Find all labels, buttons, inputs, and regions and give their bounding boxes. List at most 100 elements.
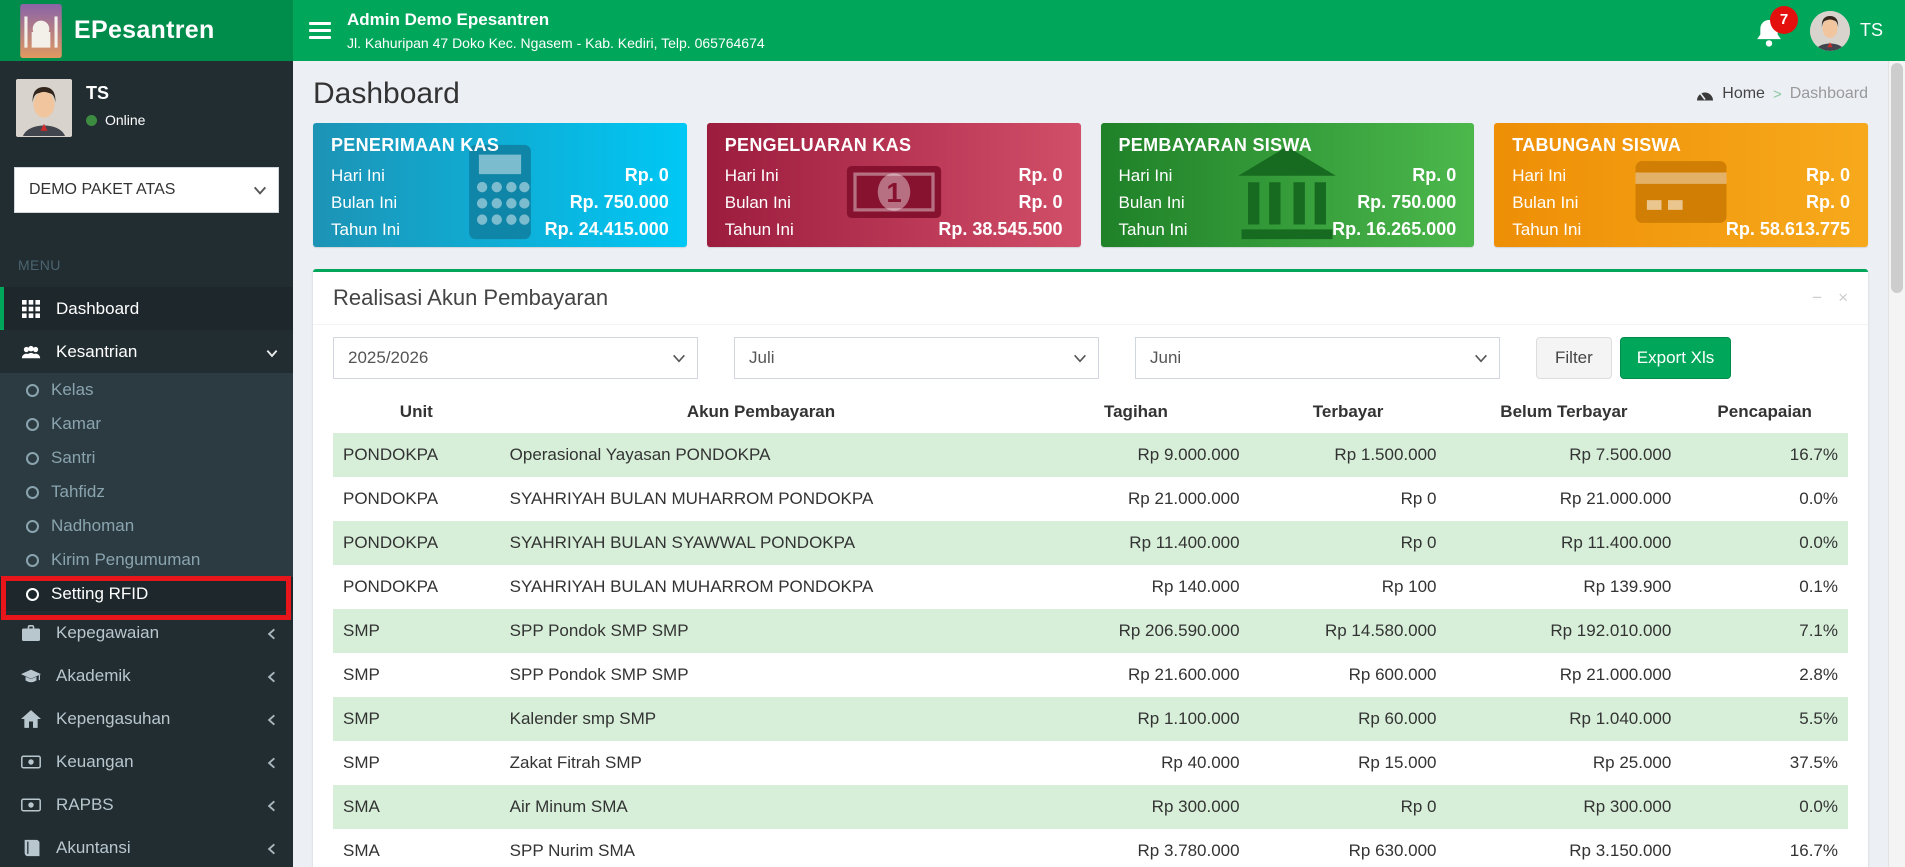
sidebar-item-akuntansi[interactable]: Akuntansi xyxy=(0,826,293,867)
month-to-value: Juni xyxy=(1150,348,1182,367)
column-header-tagihan: Tagihan xyxy=(1103,402,1168,421)
page-scrollbar[interactable] xyxy=(1888,61,1905,867)
panel-tools: − × xyxy=(1812,288,1848,308)
submenu-item-kirim-pengumuman[interactable]: Kirim Pengumuman xyxy=(0,543,293,577)
table-cell: Rp 300.000 xyxy=(1446,785,1682,829)
scrollbar-thumb[interactable] xyxy=(1891,63,1903,293)
submenu-item-kamar[interactable]: Kamar xyxy=(0,407,293,441)
stat-card-title: TABUNGAN SISWA xyxy=(1512,135,1682,155)
submenu-item-label: Setting RFID xyxy=(51,584,149,603)
chevron-left-icon xyxy=(265,626,279,640)
stat-card-row: Hari Ini Rp. 0 xyxy=(331,162,669,189)
submenu-item-label: Santri xyxy=(51,448,96,467)
sidebar-item-dashboard[interactable]: Dashboard xyxy=(0,287,293,330)
stat-row-value: Rp. 0 xyxy=(1805,192,1850,212)
sidebar-item-label: RAPBS xyxy=(56,794,114,814)
sidebar-menu: Dashboard Kesantrian Kelas Kamar Santri Tahfi… xyxy=(0,287,293,867)
table-cell: Rp 300.000 xyxy=(1022,785,1250,829)
submenu-item-santri[interactable]: Santri xyxy=(0,441,293,475)
table-cell: SPP Pondok SMP SMP xyxy=(499,609,1023,653)
stat-card-row: Bulan Ini Rp. 750.000 xyxy=(1119,189,1457,216)
stat-row-label: Tahun Ini xyxy=(1118,220,1188,239)
table-cell: SPP Nurim SMA xyxy=(499,829,1023,867)
chevron-down-icon xyxy=(671,350,687,366)
stat-row-value: Rp. 24.415.000 xyxy=(544,219,669,239)
sidebar-item-akademik[interactable]: Akademik xyxy=(0,654,293,697)
table-cell: Rp 1.500.000 xyxy=(1249,433,1447,477)
stat-row-label: Hari Ini xyxy=(1512,166,1567,185)
export-xls-button[interactable]: Export Xls xyxy=(1619,337,1732,379)
chevron-down-icon xyxy=(252,182,268,198)
stat-card-row: Tahun Ini Rp. 38.545.500 xyxy=(725,216,1063,243)
table-cell: SMA xyxy=(333,829,500,867)
table-cell: Kalender smp SMP xyxy=(499,697,1023,741)
chevron-down-icon xyxy=(1072,350,1088,366)
stat-row-label: Bulan Ini xyxy=(1512,193,1579,212)
submenu-item-tahfidz[interactable]: Tahfidz xyxy=(0,475,293,509)
sidebar-item-kepengasuhan[interactable]: Kepengasuhan xyxy=(0,697,293,740)
stat-row-value: Rp. 0 xyxy=(1018,165,1063,185)
submenu-item-label: Nadhoman xyxy=(51,516,135,535)
submenu-item-kelas[interactable]: Kelas xyxy=(0,373,293,407)
table-cell: SMP xyxy=(333,741,500,785)
table-row: SMP Kalender smp SMP Rp 1.100.000 Rp 60.000… xyxy=(333,697,1848,741)
stat-card-title: PENGELUARAN KAS xyxy=(724,135,912,155)
filter-button[interactable]: Filter xyxy=(1536,337,1612,379)
chevron-down-icon xyxy=(265,345,279,359)
table-cell: Rp 1.100.000 xyxy=(1022,697,1250,741)
circle-icon xyxy=(26,417,39,431)
table-row: PONDOKPA Operasional Yayasan PONDOKPA Rp 9… xyxy=(333,433,1848,477)
online-status-label: Online xyxy=(105,112,146,128)
year-select[interactable]: 2025/2026 xyxy=(333,337,698,379)
table-cell: Rp 3.150.000 xyxy=(1446,829,1682,867)
user-menu[interactable]: TS xyxy=(1809,10,1883,51)
stat-row-value: Rp. 0 xyxy=(1805,165,1850,185)
month-from-select[interactable]: Juli xyxy=(734,337,1099,379)
brand-logo[interactable]: EPesantren xyxy=(0,0,293,61)
avatar xyxy=(16,79,72,137)
submenu-item-setting-rfid[interactable]: Setting RFID xyxy=(0,577,293,611)
minimize-icon[interactable]: − xyxy=(1812,288,1822,308)
stat-card-pembayaran-siswa: PEMBAYARAN SISWA Hari Ini Rp. 0 Bulan Ini Rp… xyxy=(1100,123,1475,247)
page-title: Dashboard xyxy=(313,77,460,110)
submenu-item-nadhoman[interactable]: Nadhoman xyxy=(0,509,293,543)
table-cell: Rp 3.780.000 xyxy=(1022,829,1250,867)
money-icon xyxy=(18,795,44,815)
sidebar-user-status: Online xyxy=(86,112,145,128)
table-cell: 16.7% xyxy=(1681,829,1848,867)
circle-icon xyxy=(26,451,39,465)
table-cell: Rp 600.000 xyxy=(1249,653,1447,697)
sidebar-item-keuangan[interactable]: Keuangan xyxy=(0,740,293,783)
table-cell: Rp 21.000.000 xyxy=(1022,477,1250,521)
notifications-button[interactable]: 7 xyxy=(1756,5,1798,48)
breadcrumb-current: Dashboard xyxy=(1789,85,1868,102)
table-cell: PONDOKPA xyxy=(333,433,500,477)
table-cell: SMP xyxy=(333,653,500,697)
close-icon[interactable]: × xyxy=(1838,288,1848,308)
avatar xyxy=(1809,10,1850,51)
chevron-left-icon xyxy=(265,841,279,855)
sidebar-item-rapbs[interactable]: RAPBS xyxy=(0,783,293,826)
table-cell: Rp 21.600.000 xyxy=(1022,653,1250,697)
money-icon xyxy=(18,752,44,772)
month-to-select[interactable]: Juni xyxy=(1135,337,1500,379)
submenu-item-label: Kelas xyxy=(51,380,94,399)
table-cell: Rp 40.000 xyxy=(1022,741,1250,785)
sidebar-item-kepegawaian[interactable]: Kepegawaian xyxy=(0,611,293,654)
stat-row-label: Bulan Ini xyxy=(331,193,398,212)
circle-icon xyxy=(26,519,39,533)
package-select[interactable]: DEMO PAKET ATAS xyxy=(14,167,279,213)
breadcrumb-home[interactable]: Home xyxy=(1722,85,1765,103)
sidebar-toggle-icon[interactable] xyxy=(293,0,347,61)
column-header-belum-terbayar: Belum Terbayar xyxy=(1500,402,1628,421)
stat-card-title: PENERIMAAN KAS xyxy=(331,135,500,155)
sidebar-item-kesantrian[interactable]: Kesantrian xyxy=(0,330,293,373)
submenu-item-label: Kamar xyxy=(51,414,102,433)
chevron-left-icon xyxy=(265,798,279,812)
app-root: EPesantren Admin Demo Epesantren Jl. Kah… xyxy=(0,0,1905,867)
stat-row-value: Rp. 750.000 xyxy=(1357,192,1457,212)
topbar-right: 7 TS xyxy=(1756,0,1883,61)
table-cell: SYAHRIYAH BULAN SYAWWAL PONDOKPA xyxy=(499,521,1023,565)
stat-row-label: Tahun Ini xyxy=(331,220,400,239)
package-select-value: DEMO PAKET ATAS xyxy=(29,181,176,198)
